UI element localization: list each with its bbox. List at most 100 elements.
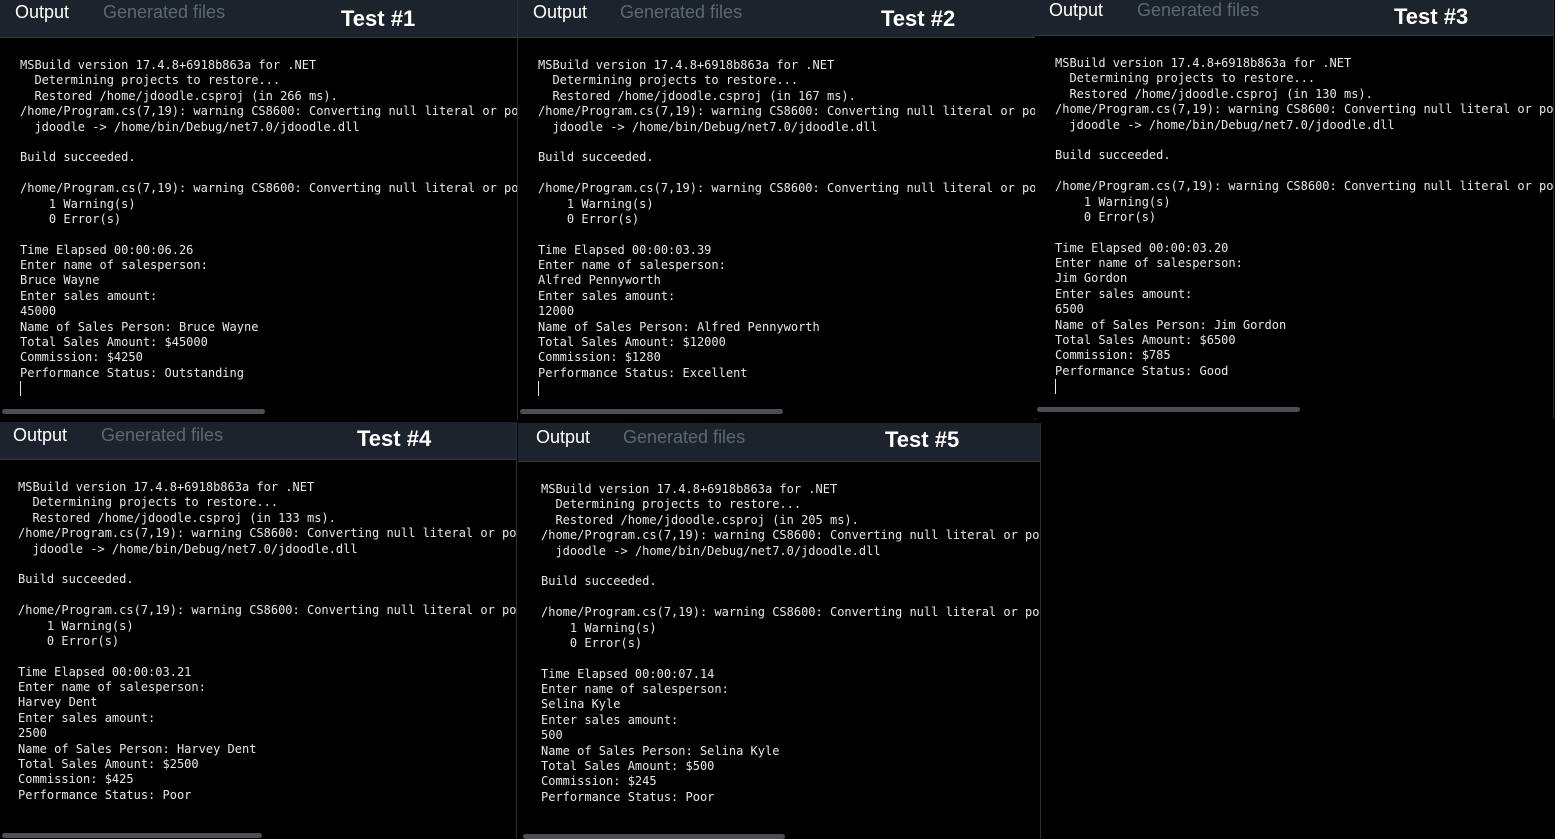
console-line: MSBuild version 17.4.8+6918b863a for .NE… bbox=[541, 482, 838, 496]
console-line: Enter sales amount: bbox=[20, 288, 158, 303]
console-line: Selina Kyle bbox=[541, 697, 621, 712]
console-line: jdoodle -> /home/bin/Debug/net7.0/jdoodl… bbox=[541, 543, 881, 558]
console-line: Name of Sales Person: Selina Kyle bbox=[541, 743, 780, 758]
console-output[interactable]: MSBuild version 17.4.8+6918b863a for .NE… bbox=[0, 460, 516, 839]
console-line: MSBuild version 17.4.8+6918b863a for .NE… bbox=[18, 480, 315, 494]
console-line: Performance Status: Poor bbox=[541, 789, 715, 804]
console-line: Performance Status: Good bbox=[1055, 363, 1229, 378]
text-cursor bbox=[538, 381, 539, 397]
console-lines: MSBuild version 17.4.8+6918b863a for .NE… bbox=[20, 58, 517, 397]
tab-generated-files[interactable]: Generated files bbox=[1137, 0, 1259, 21]
horizontal-scrollbar[interactable] bbox=[2, 409, 265, 414]
tab-output[interactable]: Output bbox=[536, 426, 590, 448]
tab-generated-files[interactable]: Generated files bbox=[103, 1, 225, 23]
console-output[interactable]: MSBuild version 17.4.8+6918b863a for .NE… bbox=[0, 38, 517, 420]
console-line: Time Elapsed 00:00:03.21 bbox=[18, 664, 192, 679]
horizontal-scrollbar[interactable] bbox=[520, 409, 783, 414]
console-line: Total Sales Amount: $2500 bbox=[18, 757, 199, 772]
console-line: Total Sales Amount: $12000 bbox=[538, 335, 726, 350]
horizontal-scrollbar[interactable] bbox=[523, 834, 785, 839]
console-output[interactable]: MSBuild version 17.4.8+6918b863a for .NE… bbox=[518, 462, 1040, 839]
console-line: Restored /home/jdoodle.csproj (in 167 ms… bbox=[538, 88, 856, 103]
console-output[interactable]: MSBuild version 17.4.8+6918b863a for .NE… bbox=[518, 38, 1035, 420]
console-line: jdoodle -> /home/bin/Debug/net7.0/jdoodl… bbox=[20, 119, 360, 134]
console-line: jdoodle -> /home/bin/Debug/net7.0/jdoodl… bbox=[1055, 117, 1395, 132]
console-line: 0 Error(s) bbox=[20, 211, 122, 226]
tab-output[interactable]: Output bbox=[533, 1, 587, 23]
console-line: Commission: $785 bbox=[1055, 348, 1171, 363]
console-line: /home/Program.cs(7,19): warning CS8600: … bbox=[20, 104, 517, 119]
console-line: 0 Error(s) bbox=[541, 635, 643, 650]
output-panel-test-1: Output Generated files Test #1 MSBuild v… bbox=[0, 0, 518, 420]
empty-area bbox=[1043, 423, 1555, 839]
console-line: Enter sales amount: bbox=[1055, 286, 1193, 301]
console-line: Time Elapsed 00:00:07.14 bbox=[541, 666, 715, 681]
output-panel-test-4: Output Generated files Test #4 MSBuild v… bbox=[0, 422, 517, 839]
output-panel-test-5: Output Generated files Test #5 MSBuild v… bbox=[518, 423, 1041, 839]
console-line: Commission: $425 bbox=[18, 772, 134, 787]
horizontal-scrollbar[interactable] bbox=[2, 833, 262, 838]
tab-output[interactable]: Output bbox=[15, 1, 69, 23]
console-line: Enter sales amount: bbox=[538, 288, 676, 303]
panel-tab-bar: Output Generated files Test #1 bbox=[0, 0, 517, 38]
console-line: /home/Program.cs(7,19): warning CS8600: … bbox=[538, 181, 1035, 196]
console-line: Total Sales Amount: $500 bbox=[541, 759, 715, 774]
console-line: /home/Program.cs(7,19): warning CS8600: … bbox=[1055, 102, 1553, 117]
console-line: /home/Program.cs(7,19): warning CS8600: … bbox=[18, 526, 516, 541]
console-line: Bruce Wayne bbox=[20, 273, 100, 288]
console-line: 1 Warning(s) bbox=[541, 620, 657, 635]
console-line: Build succeeded. bbox=[20, 150, 136, 165]
tab-generated-files[interactable]: Generated files bbox=[101, 424, 223, 446]
tab-generated-files[interactable]: Generated files bbox=[620, 1, 742, 23]
panel-tab-bar: Output Generated files Test #5 bbox=[518, 423, 1040, 462]
console-line: 500 bbox=[541, 728, 563, 743]
console-line: MSBuild version 17.4.8+6918b863a for .NE… bbox=[20, 58, 317, 72]
text-cursor bbox=[1055, 379, 1056, 395]
console-line: /home/Program.cs(7,19): warning CS8600: … bbox=[541, 605, 1040, 620]
console-line: Restored /home/jdoodle.csproj (in 130 ms… bbox=[1055, 86, 1373, 101]
console-line: 1 Warning(s) bbox=[1055, 194, 1171, 209]
console-line: Total Sales Amount: $6500 bbox=[1055, 333, 1236, 348]
console-line: MSBuild version 17.4.8+6918b863a for .NE… bbox=[538, 58, 835, 72]
console-line: 2500 bbox=[18, 726, 47, 741]
console-line: Time Elapsed 00:00:03.39 bbox=[538, 242, 712, 257]
console-line: /home/Program.cs(7,19): warning CS8600: … bbox=[20, 181, 517, 196]
console-line: /home/Program.cs(7,19): warning CS8600: … bbox=[1055, 179, 1553, 194]
console-line: Name of Sales Person: Bruce Wayne bbox=[20, 319, 259, 334]
console-line: Restored /home/jdoodle.csproj (in 133 ms… bbox=[18, 510, 336, 525]
console-line: Build succeeded. bbox=[538, 150, 654, 165]
console-line: Build succeeded. bbox=[18, 572, 134, 587]
console-line: Time Elapsed 00:00:03.20 bbox=[1055, 240, 1229, 255]
console-line: Build succeeded. bbox=[541, 574, 657, 589]
console-line: Commission: $245 bbox=[541, 774, 657, 789]
console-line: /home/Program.cs(7,19): warning CS8600: … bbox=[541, 528, 1040, 543]
console-line: 0 Error(s) bbox=[1055, 209, 1157, 224]
panel-tab-bar: Output Generated files Test #2 bbox=[518, 0, 1035, 38]
console-line: jdoodle -> /home/bin/Debug/net7.0/jdoodl… bbox=[538, 119, 878, 134]
console-line: Restored /home/jdoodle.csproj (in 205 ms… bbox=[541, 512, 859, 527]
console-line: 1 Warning(s) bbox=[538, 196, 654, 211]
console-line: Determining projects to restore... bbox=[18, 495, 279, 510]
console-output[interactable]: MSBuild version 17.4.8+6918b863a for .NE… bbox=[1035, 36, 1553, 418]
tab-output[interactable]: Output bbox=[1049, 0, 1103, 21]
console-line: Harvey Dent bbox=[18, 695, 98, 710]
tab-output[interactable]: Output bbox=[13, 424, 67, 446]
text-cursor bbox=[20, 381, 21, 397]
console-line: Determining projects to restore... bbox=[20, 73, 281, 88]
tab-generated-files[interactable]: Generated files bbox=[623, 426, 745, 448]
test-label: Test #4 bbox=[357, 426, 432, 451]
console-lines: MSBuild version 17.4.8+6918b863a for .NE… bbox=[541, 482, 1040, 805]
console-line: Performance Status: Excellent bbox=[538, 365, 748, 380]
console-line: Enter name of salesperson: bbox=[538, 258, 726, 273]
console-line: 12000 bbox=[538, 304, 575, 319]
console-line: Enter name of salesperson: bbox=[18, 680, 206, 695]
console-line: 0 Error(s) bbox=[18, 633, 120, 648]
horizontal-scrollbar[interactable] bbox=[1037, 407, 1300, 412]
console-line: Determining projects to restore... bbox=[541, 497, 802, 512]
console-line: 1 Warning(s) bbox=[18, 618, 134, 633]
